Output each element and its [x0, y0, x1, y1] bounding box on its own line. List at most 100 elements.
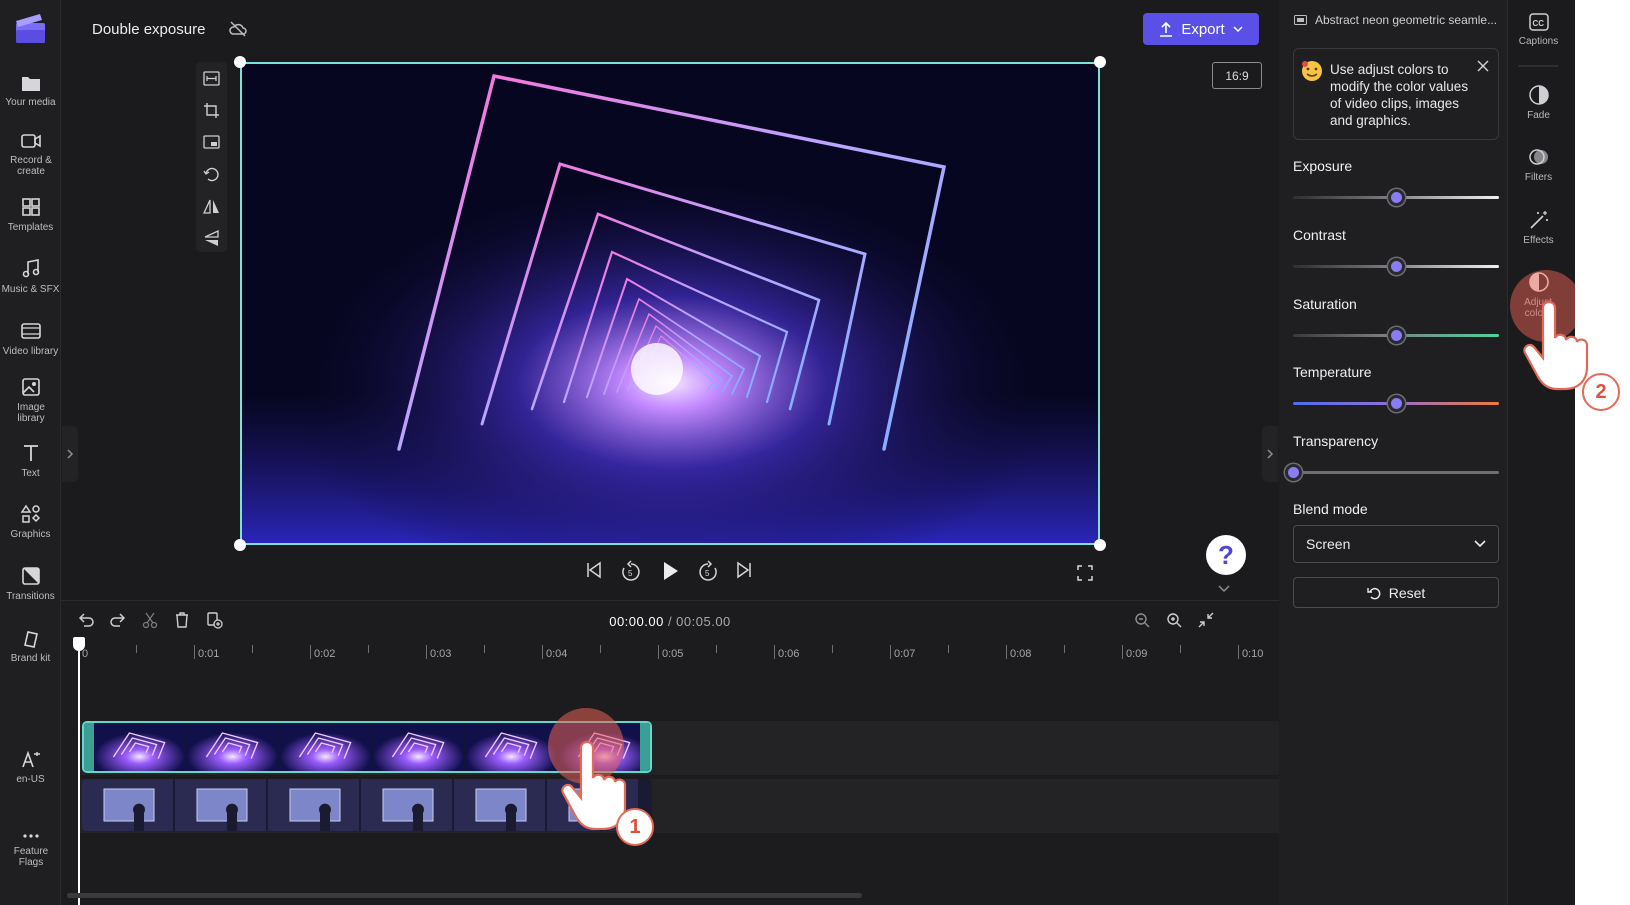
- project-title[interactable]: Double exposure: [92, 21, 205, 38]
- chevron-down-icon[interactable]: [1218, 585, 1230, 593]
- nav-brand-kit[interactable]: Brand kit: [0, 627, 61, 664]
- reset-label: Reset: [1388, 584, 1426, 601]
- svg-text:5: 5: [705, 569, 710, 578]
- ruler-label: 0: [82, 648, 89, 660]
- rail-effects[interactable]: Effects: [1508, 209, 1569, 246]
- window-shape: [475, 788, 527, 822]
- left-navigation: Your media Record & create Templates Mus…: [0, 0, 61, 905]
- nav-feature-flags[interactable]: Feature Flags: [0, 830, 61, 868]
- nav-text[interactable]: Text: [0, 442, 61, 479]
- close-icon[interactable]: [1476, 59, 1490, 73]
- temperature-label: Temperature: [1293, 364, 1372, 380]
- saturation-slider-knob[interactable]: [1387, 327, 1405, 344]
- neon-thumbnail: [94, 723, 185, 771]
- person-silhouette: [133, 803, 145, 831]
- aspect-ratio-button[interactable]: 16:9: [1212, 62, 1262, 89]
- nav-record-create[interactable]: Record & create: [0, 131, 61, 177]
- image-icon: [21, 378, 40, 396]
- nav-your-media[interactable]: Your media: [0, 73, 61, 108]
- ruler-label: 0:09: [1126, 648, 1148, 660]
- cloud-off-icon[interactable]: [228, 20, 248, 38]
- forward-5s-icon[interactable]: 5: [698, 560, 718, 582]
- app-logo-icon[interactable]: [14, 12, 47, 45]
- chevron-down-icon: [1233, 26, 1243, 32]
- emoji-icon: [1302, 61, 1322, 81]
- skip-back-icon[interactable]: [585, 560, 603, 580]
- contrast-slider-knob[interactable]: [1387, 258, 1405, 275]
- video-preview[interactable]: [240, 62, 1100, 545]
- ruler-major-tick: [310, 645, 311, 659]
- fade-icon: [1528, 85, 1549, 105]
- left-panel-toggle[interactable]: [62, 426, 78, 482]
- window-shape: [289, 788, 341, 822]
- text-icon: [23, 445, 38, 461]
- nav-transitions[interactable]: Transitions: [0, 565, 61, 602]
- rotate-icon[interactable]: [203, 166, 220, 183]
- resize-handle-top-left[interactable]: [234, 56, 246, 68]
- crop-icon[interactable]: [203, 102, 220, 119]
- ruler-label: 0:02: [314, 648, 336, 660]
- flip-vertical-icon[interactable]: [203, 230, 220, 247]
- tutorial-step-2-badge: 2: [1582, 373, 1620, 411]
- neon-thumbnail: [187, 723, 278, 771]
- fit-icon[interactable]: [203, 70, 220, 87]
- temperature-slider-knob[interactable]: [1387, 395, 1405, 412]
- ruler-label: 0:01: [198, 648, 220, 660]
- timeline-scrollbar[interactable]: [67, 893, 862, 898]
- nav-music-sfx[interactable]: Music & SFX: [0, 258, 61, 295]
- rail-captions[interactable]: CC Captions: [1508, 12, 1569, 47]
- saturation-label: Saturation: [1293, 296, 1357, 312]
- ruler-major-tick: [1006, 645, 1007, 659]
- clip-trim-handle-left[interactable]: [84, 723, 94, 771]
- ruler-label: 0:03: [430, 648, 452, 660]
- timeline-panel: 00:00.00 / 00:05.00 0 0:01 0:02 0:03 0:04 0:0…: [61, 600, 1279, 905]
- timeline-ruler[interactable]: 0 0:01 0:02 0:03 0:04 0:05 0:06 0:07 0:08 0:09 0:1…: [78, 641, 1278, 671]
- preview-tool-column: [196, 62, 227, 252]
- flip-horizontal-icon[interactable]: [203, 198, 220, 215]
- nav-label: Text: [21, 468, 40, 479]
- chevron-down-icon: [1474, 540, 1486, 548]
- picture-in-picture-icon[interactable]: [203, 134, 220, 151]
- help-button[interactable]: ?: [1206, 535, 1246, 575]
- ruler-label: 0:07: [894, 648, 916, 660]
- music-icon: [22, 259, 39, 278]
- export-button[interactable]: Export: [1143, 13, 1259, 45]
- timecode-display: 00:00.00 / 00:05.00: [61, 614, 1279, 629]
- transparency-slider-track[interactable]: [1293, 471, 1499, 474]
- rail-fade[interactable]: Fade: [1508, 84, 1569, 121]
- blend-mode-select[interactable]: Screen: [1293, 525, 1499, 563]
- transparency-label: Transparency: [1293, 433, 1379, 449]
- nav-image-library[interactable]: Image library: [0, 376, 61, 424]
- neon-thumbnail: [466, 723, 557, 771]
- ruler-minor-tick: [600, 645, 601, 653]
- skip-forward-icon[interactable]: [735, 560, 753, 580]
- playhead-line[interactable]: [78, 639, 80, 905]
- camera-icon: [20, 134, 41, 148]
- resize-handle-bottom-right[interactable]: [1094, 539, 1106, 551]
- fullscreen-icon[interactable]: [1076, 564, 1094, 582]
- ruler-minor-tick: [252, 645, 253, 653]
- rewind-5s-icon[interactable]: 5: [621, 560, 641, 582]
- ruler-minor-tick: [832, 645, 833, 653]
- exposure-slider-knob[interactable]: [1387, 189, 1405, 206]
- tip-text: Use adjust colors to modify the color va…: [1330, 62, 1469, 128]
- nav-video-library[interactable]: Video library: [0, 320, 61, 357]
- rail-filters[interactable]: Filters: [1508, 146, 1569, 183]
- clip-trim-handle-right[interactable]: [640, 723, 650, 771]
- nav-graphics[interactable]: Graphics: [0, 503, 61, 540]
- transparency-slider-knob[interactable]: [1284, 464, 1302, 481]
- window-shape: [382, 788, 434, 822]
- brand-kit-icon: [23, 631, 38, 648]
- nav-language[interactable]: en-US: [0, 748, 61, 785]
- blend-mode-value: Screen: [1306, 536, 1351, 552]
- reset-button[interactable]: Reset: [1293, 577, 1499, 608]
- chevron-right-icon: [1267, 449, 1274, 459]
- right-panel-toggle[interactable]: [1262, 426, 1278, 482]
- resize-handle-top-right[interactable]: [1094, 56, 1106, 68]
- upload-icon: [1160, 21, 1173, 37]
- play-icon[interactable]: [660, 560, 680, 582]
- resize-handle-bottom-left[interactable]: [234, 539, 246, 551]
- playhead-handle[interactable]: [73, 637, 85, 651]
- nav-label: Record & create: [10, 155, 52, 177]
- nav-templates[interactable]: Templates: [0, 196, 61, 233]
